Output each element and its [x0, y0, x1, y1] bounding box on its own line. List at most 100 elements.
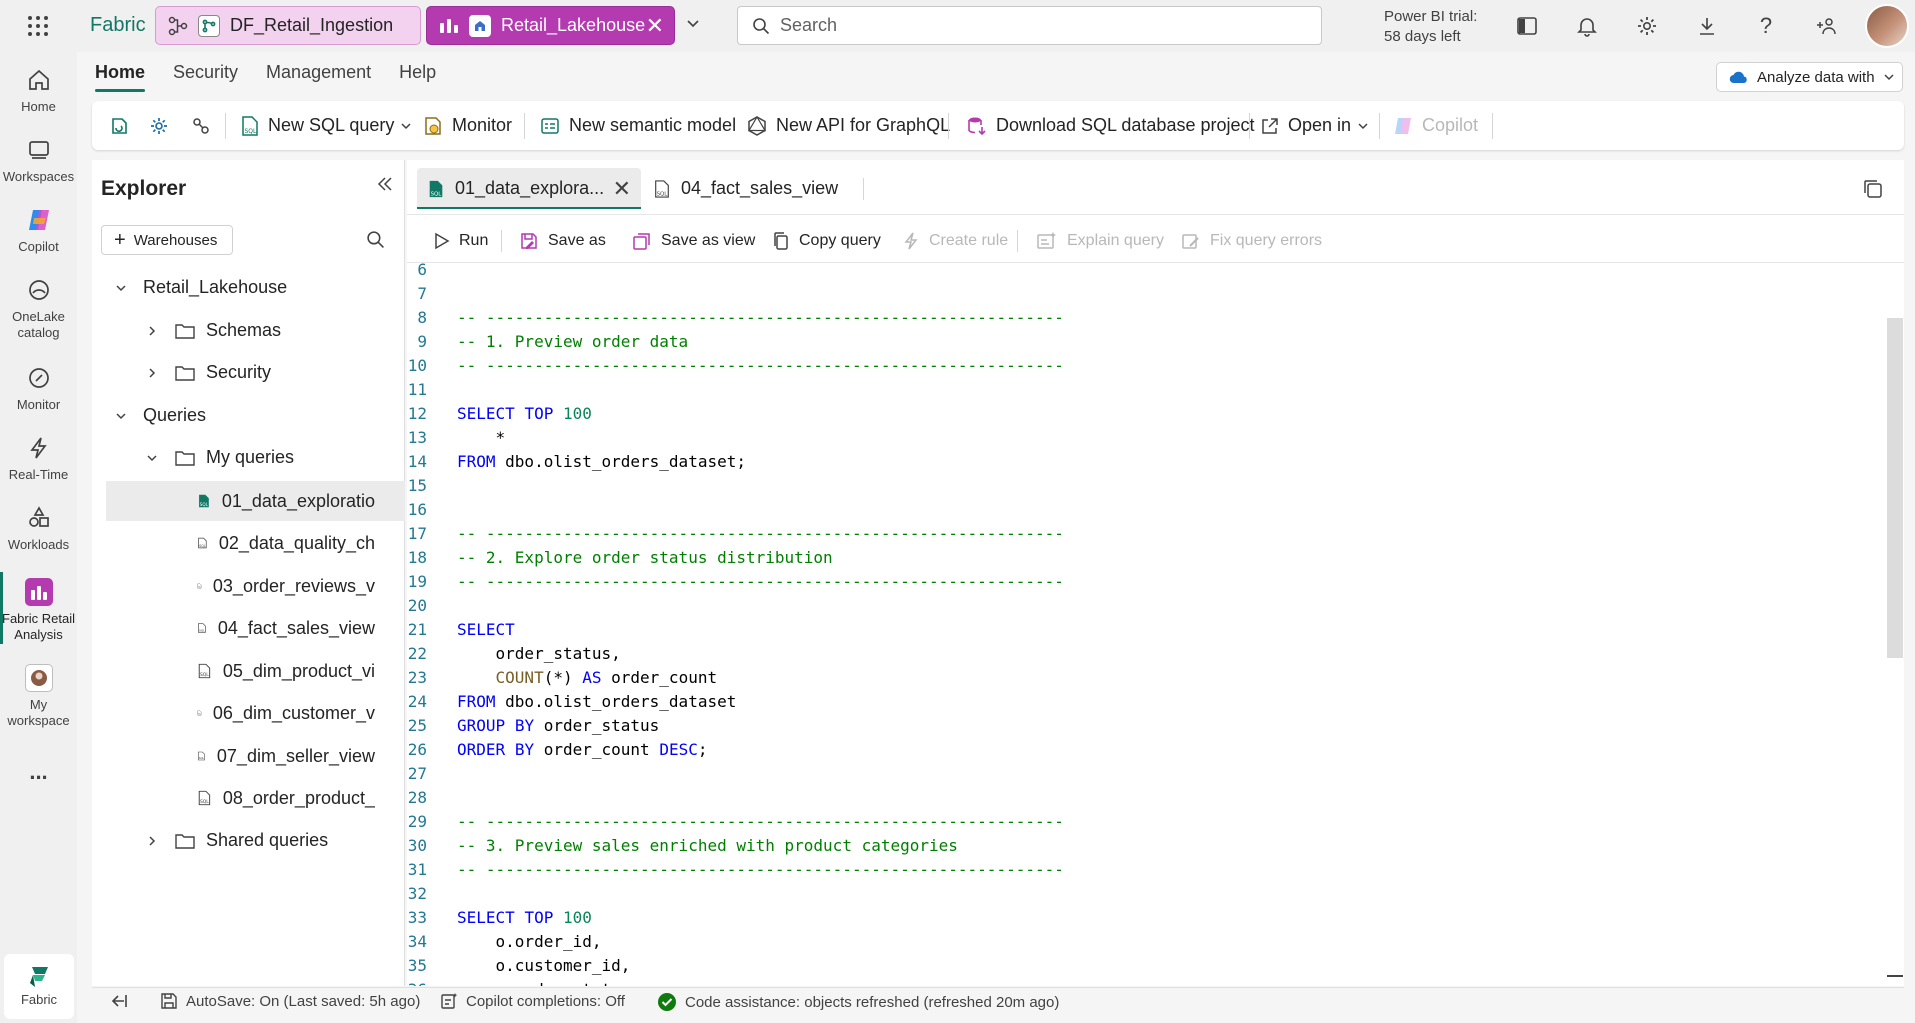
copilot-button[interactable]: Copilot [1392, 101, 1478, 150]
close-icon[interactable]: ✕ [646, 14, 664, 37]
query-item[interactable]: SQL 07_dim_seller_view [197, 745, 375, 767]
add-warehouses-button[interactable]: + Warehouses [101, 225, 233, 255]
view-icon [633, 233, 650, 250]
chevron-down-icon[interactable] [686, 16, 700, 30]
copilot-icon [1395, 117, 1411, 134]
workspace-icon [24, 578, 53, 606]
close-icon[interactable]: ✕ [613, 176, 631, 202]
avatar[interactable] [1865, 4, 1909, 48]
query-item[interactable]: SQL 01_data_exploratio [197, 490, 375, 512]
tree-label: Schemas [206, 320, 282, 340]
download-project-button[interactable]: Download SQL database project [966, 101, 1255, 150]
settings-button[interactable] [148, 101, 170, 150]
svg-text:SQL: SQL [245, 128, 258, 135]
search-input[interactable]: Search [737, 6, 1322, 45]
query-item[interactable]: SQL 06_dim_customer_v [197, 702, 375, 724]
rail-item-fabric-retail-analysis[interactable]: Fabric Retail Analysis [0, 578, 77, 643]
lightning-icon [904, 232, 918, 250]
rail-item-workloads[interactable]: Workloads [0, 504, 77, 553]
tree-label: Security [206, 362, 272, 382]
code-text: -- -------------------------------------… [457, 860, 1064, 879]
play-icon [435, 232, 450, 250]
gear-icon[interactable] [1634, 13, 1660, 39]
editor-tab[interactable]: SQL 04_fact_sales_view [643, 168, 863, 209]
new-sql-query-button[interactable]: SQL New SQL query [240, 101, 412, 150]
explain-query-button[interactable]: Explain query [1036, 229, 1164, 253]
tree-item-queries[interactable]: Queries [113, 405, 206, 426]
collapse-status-icon[interactable] [110, 992, 130, 1010]
fabric-switcher[interactable]: Fabric [4, 954, 74, 1019]
trial-status[interactable]: Power BI trial: 58 days left [1384, 7, 1477, 47]
code-text: GROUP BY order_status [457, 716, 660, 735]
code-text: o.order_id, [457, 932, 602, 951]
query-label: 07_dim_seller_view [216, 745, 375, 766]
help-icon[interactable]: ? [1753, 13, 1779, 39]
folder-icon [174, 322, 196, 340]
tab-security[interactable]: Security [173, 62, 238, 83]
open-external-icon [1262, 117, 1278, 134]
open-item-dataflow[interactable]: DF_Retail_Ingestion [155, 6, 421, 45]
tree-item-security[interactable]: Security [144, 362, 271, 383]
rail-item-workspaces[interactable]: Workspaces [0, 136, 77, 185]
query-item[interactable]: SQL 05_dim_product_vi [197, 660, 375, 682]
rail-label: Real-Time [8, 467, 69, 482]
share-icon[interactable] [1813, 13, 1839, 39]
query-item[interactable]: SQL 02_data_quality_ch [197, 532, 375, 554]
tab-divider [863, 178, 864, 200]
analyze-data-button[interactable]: Analyze data with [1716, 62, 1903, 92]
run-button[interactable]: Run [432, 229, 488, 253]
fabric-logo-icon [26, 963, 52, 989]
rail-item-home[interactable]: Home [0, 66, 77, 115]
autosave-status[interactable]: AutoSave: On (Last saved: 5h ago) [160, 992, 420, 1010]
connections-button[interactable] [190, 101, 212, 150]
code-editor[interactable]: 6 7 8 -- ----------------------------------… [407, 258, 1887, 986]
new-semantic-model-button[interactable]: New semantic model [539, 101, 736, 150]
rail-item-real-time[interactable]: Real-Time [0, 434, 77, 483]
tree-item-shared-queries[interactable]: Shared queries [144, 830, 328, 851]
copilot-completions-status[interactable]: Copilot completions: Off [440, 992, 625, 1010]
copy-window-icon[interactable] [1862, 178, 1884, 200]
open-in-button[interactable]: Open in [1260, 101, 1369, 150]
line-number: 17 [407, 524, 427, 543]
workspaces-icon [25, 136, 53, 164]
tree-item-schemas[interactable]: Schemas [144, 320, 281, 341]
download-icon[interactable] [1694, 13, 1720, 39]
tab-home[interactable]: Home [95, 62, 146, 92]
svg-text:SQL: SQL [199, 628, 205, 632]
line-number: 24 [407, 692, 427, 711]
code-text: o.order_status, [457, 978, 641, 986]
refresh-button[interactable] [108, 101, 130, 150]
bell-icon[interactable] [1574, 13, 1600, 39]
button-label: Create rule [929, 232, 1009, 249]
button-label: Monitor [452, 115, 513, 135]
collapse-panel-icon[interactable] [376, 175, 394, 193]
save-as-view-button[interactable]: Save as view [632, 229, 755, 253]
new-api-graphql-button[interactable]: New API for GraphQL [746, 101, 950, 150]
rail-item-monitor[interactable]: Monitor [0, 364, 77, 413]
open-item-lakehouse[interactable]: Retail_Lakehouse ✕ [426, 6, 675, 45]
rail-more-button[interactable]: ... [0, 761, 77, 783]
monitor-button[interactable]: Monitor [422, 101, 512, 150]
rail-label: Home [21, 99, 56, 114]
tab-help[interactable]: Help [399, 62, 436, 83]
create-rule-button[interactable]: Create rule [902, 229, 1008, 253]
panel-toggle-icon[interactable] [1514, 13, 1540, 39]
tab-management[interactable]: Management [266, 62, 371, 83]
query-item[interactable]: SQL 03_order_reviews_v [197, 575, 375, 597]
fix-query-errors-button[interactable]: Fix query errors [1181, 229, 1322, 253]
fabric-brand[interactable]: Fabric [90, 14, 146, 37]
tree-item-retail-lakehouse[interactable]: Retail_Lakehouse [113, 277, 287, 298]
tree-item-my-queries[interactable]: My queries [144, 447, 294, 468]
rail-item-onelake-catalog[interactable]: OneLake catalog [0, 276, 77, 341]
rail-item-copilot[interactable]: Copilot [0, 206, 77, 255]
editor-tab-active[interactable]: SQL 01_data_explora... ✕ [417, 168, 641, 209]
app-launcher-icon[interactable] [26, 14, 50, 38]
copy-query-button[interactable]: Copy query [772, 229, 881, 253]
search-icon[interactable] [366, 230, 385, 249]
code-assistance-status[interactable]: Code assistance: objects refreshed (refr… [657, 992, 1059, 1012]
rail-item-my-workspace[interactable]: My workspace [0, 664, 77, 729]
query-item[interactable]: SQL 08_order_product_ [197, 787, 375, 809]
query-item[interactable]: SQL 04_fact_sales_view [197, 617, 375, 639]
save-as-button[interactable]: Save as [519, 229, 606, 253]
editor-scrollbar[interactable] [1887, 318, 1903, 658]
